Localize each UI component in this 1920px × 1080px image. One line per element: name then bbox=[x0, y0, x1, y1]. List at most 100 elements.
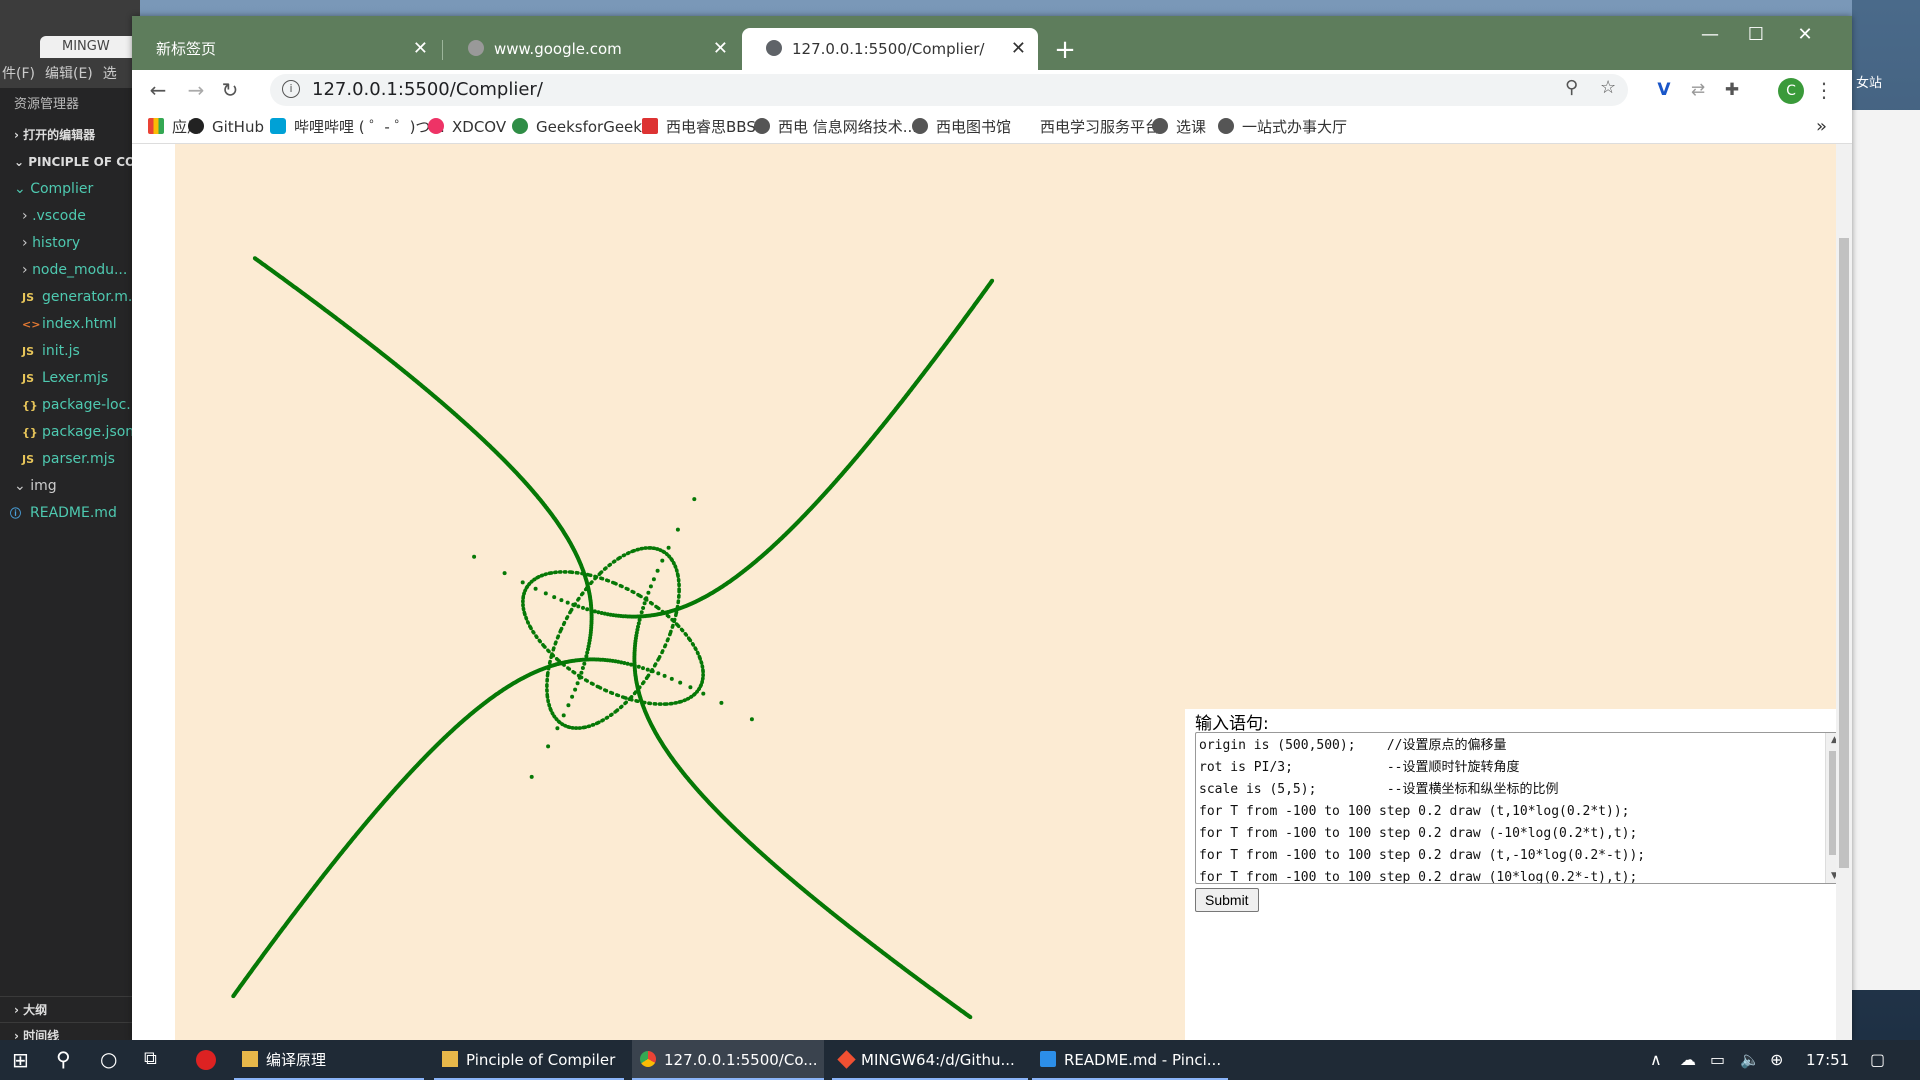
plot-point bbox=[566, 703, 571, 708]
file-init[interactable]: JS init.js bbox=[0, 338, 140, 365]
file-index-html[interactable]: <> index.html bbox=[0, 311, 140, 338]
netease-music-icon[interactable] bbox=[196, 1050, 216, 1070]
bookmark-xidian-learning[interactable]: 西电学习服务平台 bbox=[1040, 116, 1160, 138]
file-lexer[interactable]: JS Lexer.mjs bbox=[0, 365, 140, 392]
taskbar-item-chrome[interactable]: 127.0.0.1:5500/Co... bbox=[632, 1040, 824, 1080]
back-button[interactable]: ← bbox=[144, 76, 172, 104]
bookmark-xidian-network[interactable]: 西电 信息网络技术... bbox=[754, 116, 917, 138]
plot-point bbox=[673, 565, 678, 569]
more-bookmarks-button[interactable]: » bbox=[1816, 116, 1827, 138]
plot-point bbox=[660, 558, 665, 563]
cortana-icon[interactable]: ○ bbox=[100, 1047, 117, 1071]
bookmark-course-select[interactable]: 选课 bbox=[1152, 116, 1206, 138]
scroll-up-arrow[interactable]: ▲ bbox=[1826, 735, 1836, 745]
bookmark-bilibili[interactable]: 哔哩哔哩 ( ゜- ゜)つ... bbox=[270, 116, 445, 138]
bookmark-service-hall[interactable]: 一站式办事大厅 bbox=[1218, 116, 1347, 138]
globe-icon bbox=[754, 118, 770, 134]
folder-history[interactable]: › history bbox=[0, 230, 140, 257]
plot-point bbox=[573, 687, 578, 692]
plot-point bbox=[565, 615, 570, 619]
menu-file[interactable]: 件(F) bbox=[2, 63, 35, 83]
plot-point bbox=[522, 591, 526, 595]
search-icon[interactable]: ⚲ bbox=[56, 1047, 71, 1071]
file-parser[interactable]: JS parser.mjs bbox=[0, 446, 140, 473]
mingw-tab[interactable]: MINGW bbox=[40, 36, 140, 58]
outline-section[interactable]: › 大纲 bbox=[0, 996, 140, 1022]
bookmark-xidian-library[interactable]: 西电图书馆 bbox=[912, 116, 1011, 138]
json-file-icon: {} bbox=[22, 426, 38, 439]
clock[interactable]: 17:51 bbox=[1806, 1051, 1849, 1069]
plot-point bbox=[590, 723, 595, 727]
maximize-button[interactable]: ☐ bbox=[1733, 24, 1779, 45]
file-readme[interactable]: ⓘ README.md bbox=[0, 500, 140, 527]
reload-button[interactable]: ↻ bbox=[216, 76, 244, 104]
tab-strip: 新标签页 ✕ www.google.com ✕ 127.0.0.1:5500/C… bbox=[132, 16, 1852, 70]
chevron-up-icon[interactable]: ∧ bbox=[1650, 1050, 1662, 1069]
taskbar-item-compile[interactable]: 编译原理 bbox=[234, 1040, 424, 1080]
extension-sync-icon[interactable]: ⇄ bbox=[1686, 78, 1710, 102]
plot-point bbox=[689, 695, 693, 699]
taskbar-item-vscode[interactable]: README.md - Pinci... bbox=[1032, 1040, 1228, 1080]
puzzle-icon[interactable]: ✚ bbox=[1720, 78, 1744, 102]
star-icon[interactable]: ☆ bbox=[1600, 77, 1616, 98]
plot-point bbox=[523, 588, 528, 592]
page-vertical-scrollbar[interactable] bbox=[1836, 144, 1852, 1040]
plot-point bbox=[569, 607, 574, 612]
plot-point bbox=[548, 706, 552, 711]
bookmark-xdcov[interactable]: XDCOV bbox=[428, 116, 506, 138]
tab-google[interactable]: www.google.com ✕ bbox=[444, 28, 740, 70]
plot-point bbox=[540, 573, 545, 578]
folder-img[interactable]: ⌄ img bbox=[0, 473, 140, 500]
battery-icon[interactable]: ▭ bbox=[1710, 1050, 1725, 1069]
windows-start-icon[interactable]: ⊞ bbox=[12, 1048, 29, 1072]
file-package-json[interactable]: {} package.json bbox=[0, 419, 140, 446]
textarea-scroll-thumb[interactable] bbox=[1829, 751, 1836, 855]
close-icon[interactable]: ✕ bbox=[413, 28, 428, 70]
textarea-scrollbar[interactable]: ▲ ▼ bbox=[1825, 733, 1836, 883]
open-editors-section[interactable]: › 打开的编辑器 bbox=[0, 122, 140, 149]
plot-point bbox=[662, 702, 667, 706]
close-window-button[interactable]: ✕ bbox=[1782, 24, 1828, 45]
scroll-down-arrow[interactable]: ▼ bbox=[1826, 871, 1836, 881]
taskbar-item-mingw[interactable]: MINGW64:/d/Githu... bbox=[832, 1040, 1028, 1080]
cloud-icon[interactable]: ☁ bbox=[1680, 1050, 1696, 1069]
profile-avatar[interactable]: C bbox=[1778, 78, 1804, 104]
tab-complier[interactable]: 127.0.0.1:5500/Complier/ ✕ bbox=[742, 28, 1038, 70]
page-scroll-thumb[interactable] bbox=[1839, 238, 1849, 868]
code-text[interactable]: origin is (500,500); //设置原点的偏移量 rot is PI… bbox=[1199, 735, 1689, 883]
volume-icon[interactable]: 🔈 bbox=[1740, 1050, 1760, 1069]
menu-edit[interactable]: 编辑(E) bbox=[45, 63, 93, 83]
info-icon[interactable]: i bbox=[282, 80, 300, 98]
new-tab-button[interactable]: + bbox=[1050, 36, 1080, 64]
bookmark-github[interactable]: GitHub bbox=[188, 116, 264, 138]
close-icon[interactable]: ✕ bbox=[1011, 28, 1026, 70]
code-textarea[interactable]: origin is (500,500); //设置原点的偏移量 rot is PI… bbox=[1195, 732, 1836, 884]
submit-button[interactable]: Submit bbox=[1195, 888, 1259, 912]
task-view-icon[interactable]: ⧉ bbox=[144, 1048, 157, 1069]
plot-point bbox=[573, 726, 578, 730]
notification-icon[interactable]: ▢ bbox=[1870, 1050, 1885, 1069]
language-globe-icon[interactable]: ⊕ bbox=[1770, 1050, 1783, 1069]
folder-complier[interactable]: ⌄ Complier bbox=[0, 176, 140, 203]
menu-select[interactable]: 选 bbox=[103, 63, 117, 83]
plot-point bbox=[570, 726, 574, 730]
taskbar-item-principle[interactable]: Pinciple of Compiler bbox=[434, 1040, 624, 1080]
file-generator[interactable]: JS generator.m... bbox=[0, 284, 140, 311]
forward-button[interactable]: → bbox=[182, 76, 210, 104]
folder-node-modules[interactable]: › node_modu... bbox=[0, 257, 140, 284]
bookmark-geeksforgeeks[interactable]: GeeksforGeeks bbox=[512, 116, 650, 138]
zoom-icon[interactable]: ⚲ bbox=[1565, 77, 1578, 98]
url-text[interactable]: 127.0.0.1:5500/Complier/ bbox=[312, 79, 543, 100]
address-bar[interactable]: i 127.0.0.1:5500/Complier/ ⚲ ☆ bbox=[270, 74, 1628, 106]
tab-new-tab[interactable]: 新标签页 ✕ bbox=[132, 28, 440, 70]
project-section[interactable]: ⌄ PINCIPLE OF COMP... bbox=[0, 149, 140, 176]
plot-point bbox=[554, 640, 558, 644]
close-icon[interactable]: ✕ bbox=[713, 28, 728, 70]
plot-point bbox=[692, 497, 697, 502]
extension-v-icon[interactable]: V bbox=[1652, 78, 1676, 102]
menu-dots-icon[interactable]: ⋮ bbox=[1812, 78, 1836, 102]
minimize-button[interactable]: — bbox=[1687, 24, 1733, 45]
folder-vscode[interactable]: › .vscode bbox=[0, 203, 140, 230]
file-package-lock[interactable]: {} package-loc... bbox=[0, 392, 140, 419]
bookmark-xidian-bbs[interactable]: 西电睿思BBS bbox=[642, 116, 756, 138]
